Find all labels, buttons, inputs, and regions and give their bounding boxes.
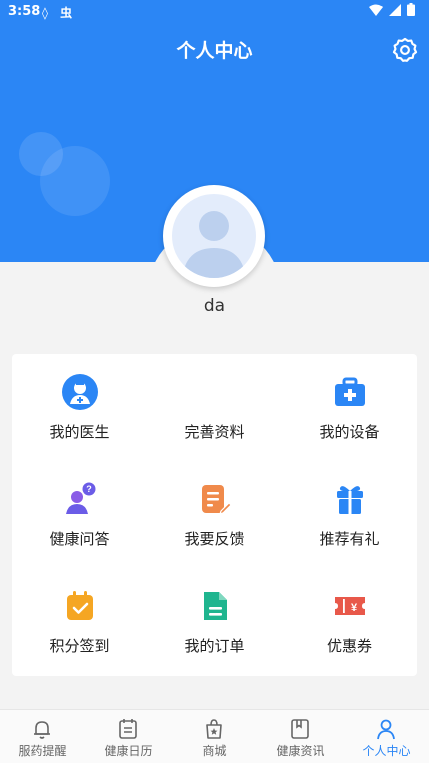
status-time: 3:58 xyxy=(8,4,41,19)
grid-item-label: 推荐有礼 xyxy=(319,530,380,548)
news-icon xyxy=(291,719,309,739)
grid-item-my-orders[interactable]: 我的订单 xyxy=(147,568,282,675)
bottom-nav: 服药提醒 健康日历 商城 健康资讯 个人中心 xyxy=(0,709,429,763)
feedback-icon xyxy=(202,485,232,515)
order-icon xyxy=(204,592,227,620)
shop-bag-icon xyxy=(206,719,222,739)
doctor-icon xyxy=(62,374,98,410)
avatar-placeholder xyxy=(172,194,256,278)
checkin-icon xyxy=(67,591,93,620)
status-notification-icons: ◊ 虫 xyxy=(42,6,77,20)
grid-item-points-checkin[interactable]: 积分签到 xyxy=(12,568,147,675)
grid-item-label: 优惠券 xyxy=(326,637,372,655)
nav-item-personal-center[interactable]: 个人中心 xyxy=(344,710,429,763)
username: da xyxy=(203,296,226,316)
grid-item-label: 我要反馈 xyxy=(184,530,245,548)
nav-item-health-news[interactable]: 健康资讯 xyxy=(258,710,343,763)
grid-item-label: 我的设备 xyxy=(319,423,380,441)
grid-item-label: 我的订单 xyxy=(184,637,245,655)
nav-item-medicine-reminder[interactable]: 服药提醒 xyxy=(0,710,85,763)
grid-item-coupons[interactable]: ¥ 优惠券 xyxy=(282,568,417,675)
page-title: 个人中心 xyxy=(176,40,253,62)
nav-label: 个人中心 xyxy=(362,744,411,758)
grid-item-refer-gift[interactable]: 推荐有礼 xyxy=(282,461,417,568)
grid-item-my-device[interactable]: 我的设备 xyxy=(282,354,417,461)
grid-item-feedback[interactable]: 我要反馈 xyxy=(147,461,282,568)
grid-item-label: 积分签到 xyxy=(49,637,110,655)
gift-icon xyxy=(337,486,363,514)
battery-icon xyxy=(407,3,415,16)
nav-item-shop[interactable]: 商城 xyxy=(172,710,257,763)
status-bar: 3:58 ◊ 虫 xyxy=(0,0,429,24)
coupon-icon: ¥ xyxy=(335,597,365,615)
svg-text:?: ? xyxy=(86,484,92,494)
grid-item-label: 我的医生 xyxy=(49,423,110,441)
nav-label: 健康日历 xyxy=(104,744,153,758)
gear-icon[interactable] xyxy=(392,37,418,63)
person-icon xyxy=(377,719,395,740)
decor-bubble xyxy=(40,146,110,216)
calendar-icon xyxy=(119,719,137,739)
nav-label: 健康资讯 xyxy=(276,744,325,758)
nav-label: 商城 xyxy=(202,744,227,758)
feature-grid: 我的医生 完善资料 我的设备 ? 健康问答 我要反馈 推荐有礼 积分签到 我的订… xyxy=(12,354,417,676)
qa-icon: ? xyxy=(66,482,96,514)
grid-item-label: 完善资料 xyxy=(184,423,245,441)
user-silhouette-icon xyxy=(182,211,246,278)
avatar[interactable] xyxy=(163,185,265,287)
svg-text:¥: ¥ xyxy=(351,602,358,614)
signal-icon xyxy=(389,3,401,16)
grid-item-health-qa[interactable]: ? 健康问答 xyxy=(12,461,147,568)
bell-icon xyxy=(34,721,50,739)
grid-item-my-doctor[interactable]: 我的医生 xyxy=(12,354,147,461)
nav-item-health-calendar[interactable]: 健康日历 xyxy=(86,710,171,763)
grid-item-label: 健康问答 xyxy=(49,530,110,548)
wifi-icon xyxy=(369,4,383,16)
grid-item-complete-profile[interactable]: 完善资料 xyxy=(147,354,282,461)
medical-kit-icon xyxy=(335,377,365,406)
nav-label: 服药提醒 xyxy=(18,744,67,758)
